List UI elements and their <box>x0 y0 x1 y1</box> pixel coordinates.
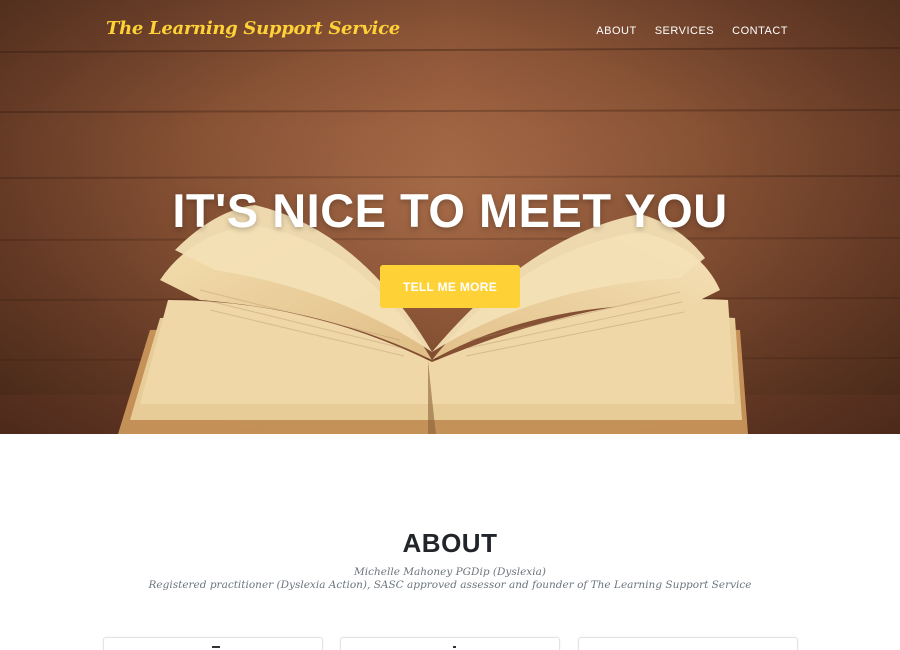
nav-links: ABOUT SERVICES CONTACT <box>596 25 788 37</box>
card-icon <box>453 646 456 648</box>
nav-link-services[interactable]: SERVICES <box>655 25 714 37</box>
about-subtitle-name: Michelle Mahoney PGDip (Dyslexia) <box>354 566 546 578</box>
nav-link-about[interactable]: ABOUT <box>596 25 636 37</box>
service-card-2[interactable] <box>340 637 560 650</box>
hero-section: The Learning Support Service ABOUT SERVI… <box>0 0 900 434</box>
about-title: ABOUT <box>402 528 498 558</box>
brand-logo[interactable]: The Learning Support Service <box>106 18 400 39</box>
service-card-1[interactable] <box>103 637 323 650</box>
card-icon <box>212 646 220 648</box>
hero-heading: IT'S NICE TO MEET YOU <box>172 184 728 237</box>
about-section: ABOUT Michelle Mahoney PGDip (Dyslexia) … <box>0 434 900 650</box>
about-subtitle-credentials: Registered practitioner (Dyslexia Action… <box>148 579 752 591</box>
top-navbar: The Learning Support Service ABOUT SERVI… <box>0 0 900 64</box>
service-card-3[interactable] <box>578 637 798 650</box>
nav-link-contact[interactable]: CONTACT <box>732 25 788 37</box>
tell-me-more-button[interactable]: TELL ME MORE <box>380 265 520 308</box>
